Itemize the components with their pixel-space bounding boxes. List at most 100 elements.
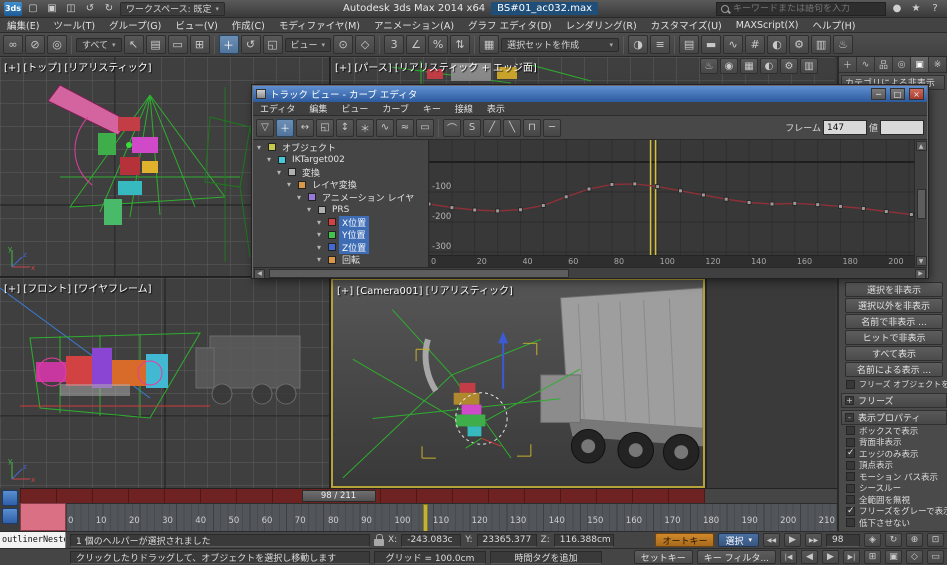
- see-through-checkbox[interactable]: シースルー: [839, 483, 947, 495]
- tv-menu-tangents[interactable]: 接線: [448, 102, 480, 115]
- render-setup-icon[interactable]: ⚙: [789, 35, 809, 54]
- edit-named-selection-sets-icon[interactable]: ▦: [479, 35, 499, 54]
- help-icon[interactable]: ?: [927, 2, 943, 16]
- display-tab-icon[interactable]: ▣: [911, 57, 929, 72]
- add-time-tag[interactable]: 時間タグを追加: [490, 551, 602, 564]
- current-frame-field[interactable]: 98: [826, 534, 860, 547]
- key-filters-button[interactable]: キー フィルタ...: [697, 550, 776, 564]
- orbit-icon[interactable]: ↻: [885, 533, 902, 547]
- menu-create[interactable]: 作成(C): [225, 18, 272, 32]
- track-item-transform[interactable]: ▾ 変換: [253, 166, 428, 179]
- modify-tab-icon[interactable]: ∿: [857, 57, 875, 72]
- z-coord-field[interactable]: 116.388cm: [554, 534, 614, 547]
- search-input[interactable]: [733, 4, 881, 14]
- reference-coordinate-dropdown[interactable]: ビュー ▾: [285, 38, 332, 52]
- open-file-icon[interactable]: ▣: [44, 2, 60, 16]
- maximize-viewport-icon[interactable]: ⊡: [927, 533, 944, 547]
- value-field[interactable]: [880, 120, 924, 135]
- menu-animation[interactable]: アニメーション(A): [367, 18, 461, 32]
- filter-icon[interactable]: ▽: [256, 119, 274, 137]
- play-button[interactable]: ▶: [784, 533, 801, 547]
- collapse-minus-icon[interactable]: -: [845, 413, 854, 422]
- track-item-y-position[interactable]: ▾ Y位置: [253, 229, 428, 242]
- time-slider-handle[interactable]: 98 / 211: [302, 490, 376, 502]
- named-selection-dropdown[interactable]: 選択セットを作成 ▾: [501, 38, 619, 52]
- rendered-frame-window-icon[interactable]: ▥: [811, 35, 831, 54]
- next-key-button[interactable]: ▶▶: [805, 533, 822, 547]
- display-as-box-checkbox[interactable]: ボックスで表示: [839, 425, 947, 437]
- checkbox-icon[interactable]: [846, 426, 855, 435]
- mirror-icon[interactable]: ◑: [628, 35, 648, 54]
- track-view-window[interactable]: トラック ビュー - カーブ エディタ ─ □ × エディタ 編集 ビュー カー…: [252, 85, 928, 278]
- track-item-z-position[interactable]: ▾ Z位置: [253, 241, 428, 254]
- go-to-start-button[interactable]: |◀: [780, 550, 797, 564]
- spinner-snap-icon[interactable]: ⇅: [450, 35, 470, 54]
- viewport-layout-tab[interactable]: [2, 490, 18, 506]
- scrollbar-thumb[interactable]: [917, 189, 926, 219]
- y-coord-field[interactable]: 23365.377: [477, 534, 537, 547]
- track-item-animation-layer[interactable]: ▾ アニメーション レイヤ: [253, 191, 428, 204]
- expand-arrow-icon[interactable]: ▾: [257, 143, 265, 152]
- expand-arrow-icon[interactable]: ▾: [317, 230, 325, 239]
- select-and-manipulate-icon[interactable]: ◇: [355, 35, 375, 54]
- scale-keys-icon[interactable]: ◱: [316, 119, 334, 137]
- expand-arrow-icon[interactable]: ▾: [277, 168, 285, 177]
- selection-region-icon[interactable]: ▭: [168, 35, 188, 54]
- selection-lock-icon[interactable]: [374, 539, 384, 546]
- layer-manager-icon[interactable]: ▤: [679, 35, 699, 54]
- next-frame-button[interactable]: ▶: [822, 550, 839, 564]
- workspace-dropdown[interactable]: ワークスペース: 既定 ▾: [120, 2, 225, 16]
- set-key-button[interactable]: セットキー: [634, 550, 693, 564]
- field-of-view-icon[interactable]: ◇: [906, 550, 923, 564]
- zoom-extents-icon[interactable]: ▣: [885, 550, 902, 564]
- select-and-rotate-icon[interactable]: ↺: [241, 35, 261, 54]
- track-item-prs[interactable]: ▾ PRS: [253, 204, 428, 217]
- checkbox-icon[interactable]: [846, 380, 855, 389]
- tangent-slow-icon[interactable]: ╲: [503, 119, 521, 137]
- go-to-end-button[interactable]: ▶|: [843, 550, 860, 564]
- hide-unselected-button[interactable]: 選択以外を非表示: [845, 298, 943, 313]
- percent-snap-icon[interactable]: %: [428, 35, 448, 54]
- mini-toolbar-icon[interactable]: ◐: [760, 58, 778, 74]
- tv-menu-show[interactable]: 表示: [480, 102, 512, 115]
- menu-group[interactable]: グループ(G): [102, 18, 168, 32]
- checkbox-icon[interactable]: [846, 438, 855, 447]
- bind-to-space-warp-icon[interactable]: ◎: [47, 35, 67, 54]
- checkbox-icon[interactable]: [846, 449, 855, 458]
- viewport-label[interactable]: [+] [トップ] [リアリスティック]: [4, 59, 152, 74]
- mini-toolbar-icon[interactable]: ◉: [720, 58, 738, 74]
- minimize-icon[interactable]: ─: [871, 88, 886, 100]
- horizontal-scrollbar[interactable]: ◀ ▶: [253, 267, 927, 279]
- x-coord-field[interactable]: -243.083c: [401, 534, 461, 547]
- use-pivot-point-icon[interactable]: ⊙: [333, 35, 353, 54]
- mini-toolbar-icon[interactable]: ♨: [700, 58, 718, 74]
- expand-arrow-icon[interactable]: ▾: [267, 155, 275, 164]
- select-object-icon[interactable]: ↖: [124, 35, 144, 54]
- move-keys-icon[interactable]: ＋: [276, 119, 294, 137]
- maxscript-mini-listener[interactable]: outlinerNestedLa: [0, 532, 66, 548]
- viewport-layout-tab[interactable]: [2, 508, 18, 524]
- save-file-icon[interactable]: ◫: [63, 2, 79, 16]
- tv-menu-curves[interactable]: カーブ: [375, 102, 415, 115]
- track-item-objects[interactable]: ▾ オブジェクト: [253, 141, 428, 154]
- checkbox-icon[interactable]: [846, 461, 855, 470]
- scrollbar-thumb[interactable]: [269, 269, 569, 278]
- scroll-up-icon[interactable]: ▲: [916, 141, 927, 151]
- unhide-all-button[interactable]: すべて表示: [845, 346, 943, 361]
- expand-arrow-icon[interactable]: ▾: [297, 193, 305, 202]
- angle-snap-icon[interactable]: ∠: [406, 35, 426, 54]
- previous-frame-button[interactable]: ◀: [801, 550, 818, 564]
- redo-icon[interactable]: ↻: [101, 2, 117, 16]
- checkbox-icon[interactable]: [846, 518, 855, 527]
- auto-key-button[interactable]: オートキー: [655, 533, 714, 547]
- scroll-down-icon[interactable]: ▼: [916, 256, 927, 266]
- region-keys-icon[interactable]: ▭: [416, 119, 434, 137]
- frame-field[interactable]: [823, 120, 867, 135]
- tv-menu-view[interactable]: ビュー: [334, 102, 375, 115]
- material-editor-icon[interactable]: ◐: [767, 35, 787, 54]
- hierarchy-tab-icon[interactable]: 品: [875, 57, 893, 72]
- draw-curves-icon[interactable]: ∿: [376, 119, 394, 137]
- expand-arrow-icon[interactable]: ▾: [317, 243, 325, 252]
- viewport-label[interactable]: [+] [Camera001] [リアリスティック]: [337, 282, 513, 297]
- hide-frozen-checkbox[interactable]: フリーズ オブジェクトを非表示: [839, 377, 947, 391]
